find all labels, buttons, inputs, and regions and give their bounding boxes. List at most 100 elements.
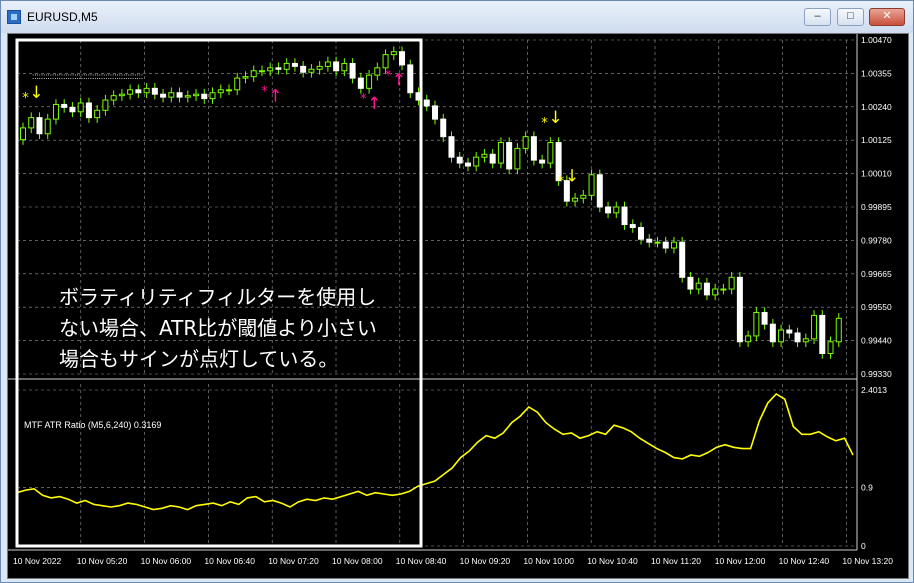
candle-body [20,127,26,141]
candle-body [168,92,175,98]
candle-body [613,206,620,214]
candle-body [432,105,438,120]
candle-body [588,174,595,196]
time-tick-label: 10 Nov 11:20 [651,556,701,566]
close-button[interactable]: ✕ [869,8,905,26]
candle-body [160,93,167,98]
restore-button[interactable]: □ [837,8,864,26]
buy-arrow-icon: ↑ [268,87,282,107]
candle-body [209,92,216,100]
candle-body [745,335,752,343]
candle-body [778,329,785,343]
candle-body [127,89,134,95]
price-tick-label: 0.99330 [861,369,892,379]
price-tick-label: 0.99895 [861,202,892,212]
candle-body [703,282,710,296]
candle-body [300,65,307,73]
candle-body [201,93,208,100]
candle-body [811,314,818,340]
candle-body [341,62,348,72]
time-tick-label: 10 Nov 08:40 [396,556,447,566]
candle-body [357,77,364,89]
price-tick-label: 0.99780 [861,235,892,245]
candle-body [547,142,554,164]
time-tick-label: 10 Nov 2022 [13,556,61,566]
candle-body [695,282,702,290]
candle-body [258,70,265,73]
candle-body [176,92,183,98]
candle-body [506,142,513,170]
candle-body [283,62,290,70]
candle-body [728,276,735,290]
candle-body [102,99,109,111]
time-tick-label: 10 Nov 10:40 [587,556,638,566]
candle-body [456,156,463,164]
candle-body [399,51,406,66]
candle-body [539,159,546,164]
candle-body [226,89,232,92]
candle-body [118,93,125,97]
candle-body [61,103,68,108]
sell-arrow-icon: ↓ [548,108,562,128]
price-tick-label: 1.00010 [861,169,892,179]
candle-body [572,197,579,202]
candle-body [670,241,677,249]
candle-body [242,76,249,79]
candle-body [69,106,76,113]
minimize-button[interactable]: – [804,8,831,26]
candle-body [135,89,142,94]
time-tick-label: 10 Nov 07:20 [268,556,319,566]
price-tick-label: 1.00470 [861,35,892,45]
candle-body [736,276,743,343]
candle-body [819,314,826,354]
candle-body [234,77,241,91]
candle-body [440,118,447,138]
price-tick-label: 1.00355 [861,68,892,78]
chart-area[interactable]: 1.00470 1.00355 1.00240 1.00125 1.00010 0.998… [7,33,909,579]
candle-body [390,51,397,56]
price-tick-label: 0.99550 [861,302,892,312]
buy-star-mark: * [385,68,392,83]
price-tick-label: 1.00240 [861,102,892,112]
candle-body [769,323,776,343]
chart-window: EURUSD,M5 – □ ✕ 1.00470 1.00355 1.00240 1.0… [0,0,914,583]
candle-body [85,102,92,119]
candle-body [629,224,636,229]
candle-body [44,118,51,135]
candle-body [481,153,488,158]
candle-body [151,87,158,95]
time-tick-label: 10 Nov 10:00 [523,556,574,566]
chart-header-text: ::::::::::::::::::::::::::::::::::::::::… [32,72,144,81]
candle-body [143,87,150,94]
candle-body [522,136,529,149]
candle-body [605,206,612,214]
candle-body [753,311,760,337]
candle-body [489,153,496,164]
candle-body [374,67,381,76]
buy-arrow-icon: ↑ [392,70,406,90]
candle-body [654,241,661,244]
candle-body [36,117,43,135]
time-tick-label: 10 Nov 08:00 [332,556,383,566]
candle-body [184,95,191,98]
candle-body [761,311,768,325]
candle-body [646,238,653,243]
candle-body [802,338,809,343]
candle-body [662,241,669,249]
candle-body [679,241,686,278]
candle-body [497,142,504,164]
title-bar[interactable]: EURUSD,M5 – □ ✕ [1,1,913,33]
candle-body [712,288,719,296]
candle-body [382,54,389,69]
price-tick-label: 0.99665 [861,269,892,279]
candle-body [324,61,331,67]
time-tick-label: 10 Nov 06:40 [204,556,255,566]
candle-body [448,136,455,158]
candle-body [94,109,101,119]
candle-body [687,276,694,290]
candle-body [720,288,727,291]
sell-arrow-icon: ↓ [565,166,579,186]
time-tick-label: 10 Nov 13:20 [842,556,893,566]
candle-body [835,317,842,343]
candle-body [827,341,834,354]
